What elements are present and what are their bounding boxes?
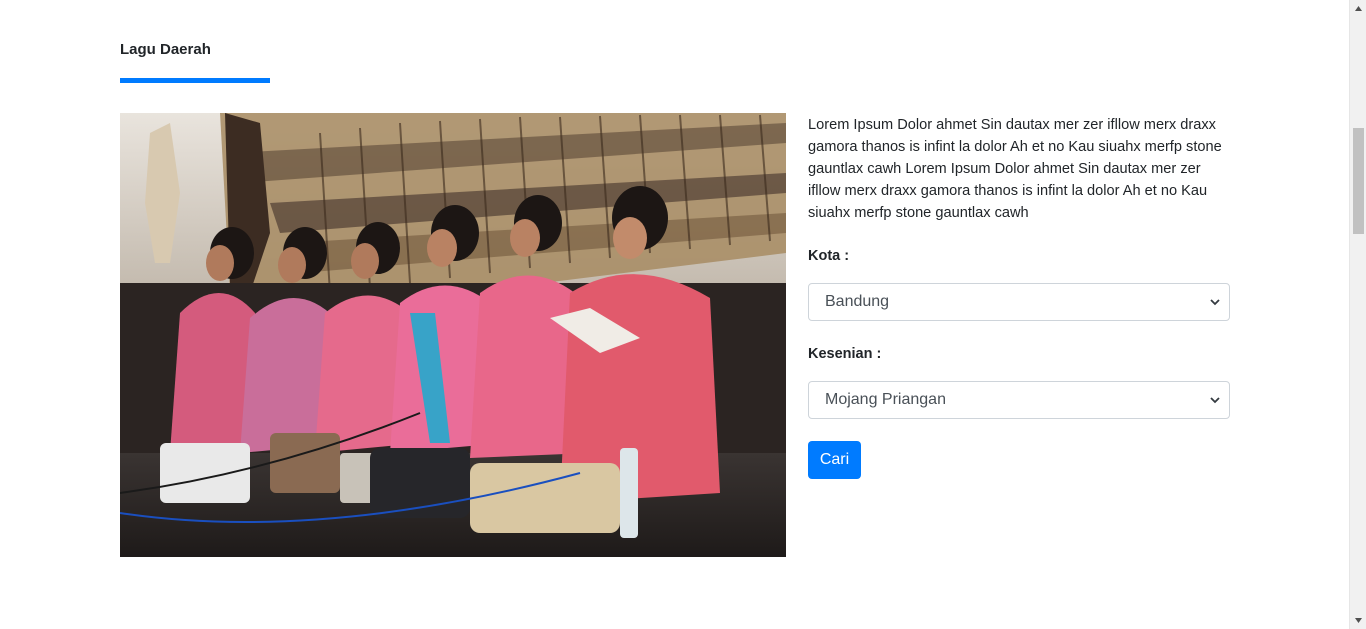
kesenian-select[interactable]: Mojang Priangan <box>808 381 1230 419</box>
kesenian-label: Kesenian : <box>808 346 882 362</box>
kota-label: Kota : <box>808 248 850 264</box>
scrollbar[interactable] <box>1349 0 1366 629</box>
scroll-thumb[interactable] <box>1353 128 1364 234</box>
triangle-down-icon[interactable] <box>1354 616 1363 624</box>
chevron-down-icon <box>1210 299 1220 306</box>
triangle-up-icon[interactable] <box>1354 5 1363 13</box>
kesenian-select-value: Mojang Priangan <box>825 391 946 408</box>
description-text: Lorem Ipsum Dolor ahmet Sin dautax mer z… <box>808 117 1222 221</box>
performance-photo <box>120 113 786 557</box>
chevron-down-icon <box>1210 397 1220 404</box>
title-underline <box>120 78 270 83</box>
kota-select-value: Bandung <box>825 293 890 310</box>
cari-button[interactable]: Cari <box>808 441 861 479</box>
section-title: Lagu Daerah <box>120 41 211 58</box>
kota-select[interactable]: Bandung <box>808 283 1230 321</box>
page: Lagu Daerah Lorem Ipsum Dolor ahmet Sin … <box>0 0 1366 629</box>
